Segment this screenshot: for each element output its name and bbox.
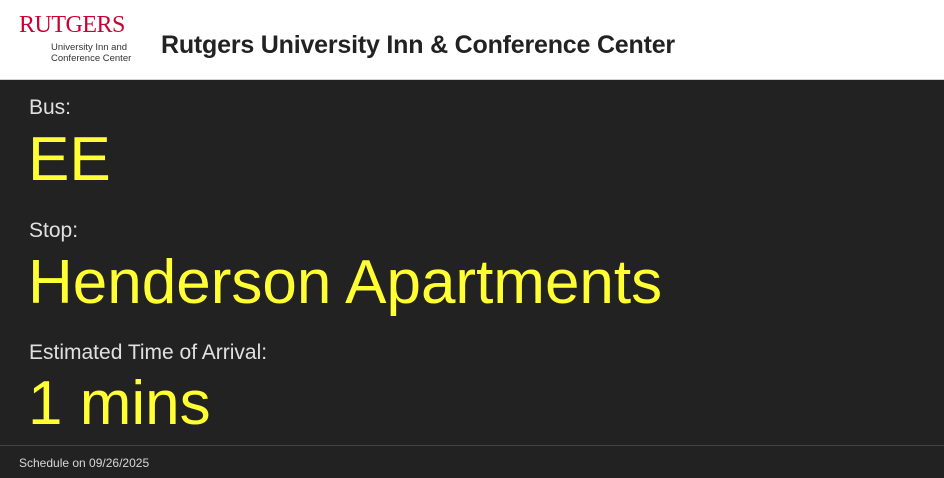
rutgers-logo: RUTGERS University Inn and Conference Ce… bbox=[19, 11, 139, 67]
eta-value: 1 mins bbox=[28, 369, 211, 438]
bus-label: Bus: bbox=[29, 96, 72, 119]
bus-value: EE bbox=[28, 125, 111, 194]
schedule-date-text: Schedule on 09/26/2025 bbox=[19, 456, 150, 470]
footer-bar: Schedule on 09/26/2025 bbox=[0, 445, 944, 478]
logo-subline-1: University Inn and bbox=[51, 42, 128, 53]
stop-label: Stop: bbox=[29, 219, 79, 242]
logo-subline-2: Conference Center bbox=[51, 53, 132, 64]
eta-label: Estimated Time of Arrival: bbox=[29, 341, 268, 364]
arrival-panel: Bus: EE Stop: Henderson Apartments Estim… bbox=[0, 80, 944, 445]
stop-value: Henderson Apartments bbox=[28, 248, 663, 317]
logo-wordmark: RUTGERS bbox=[19, 12, 125, 38]
page-title: Rutgers University Inn & Conference Cent… bbox=[161, 31, 675, 59]
header-bar: RUTGERS University Inn and Conference Ce… bbox=[0, 0, 944, 80]
logo-subline: University Inn and Conference Center bbox=[51, 42, 131, 64]
